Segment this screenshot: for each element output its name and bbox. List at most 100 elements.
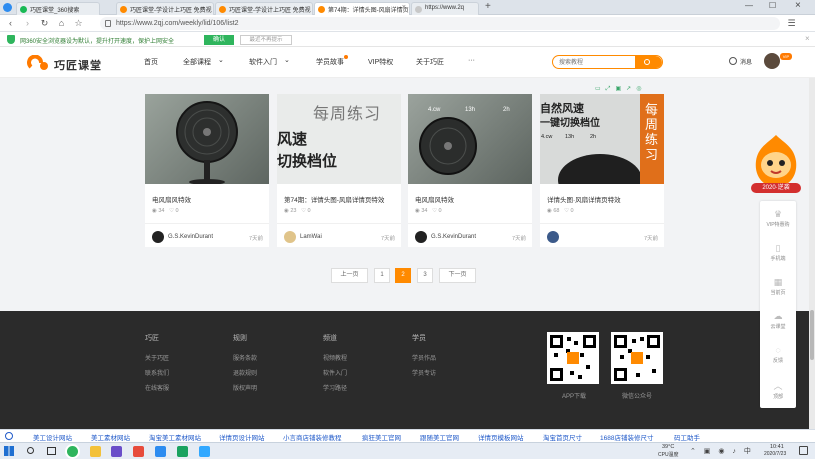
course-thumbnail[interactable]: 4.cw 13h 2h: [408, 94, 532, 184]
link-item[interactable]: 详情页设计网站: [219, 432, 265, 442]
search-input[interactable]: [559, 58, 629, 67]
app-taskbar-icon[interactable]: [199, 446, 210, 457]
prev-page-button[interactable]: 上一页: [331, 268, 368, 283]
print-icon[interactable]: ▭: [595, 86, 606, 92]
site-logo[interactable]: 巧匠课堂: [27, 55, 122, 72]
card-title[interactable]: 电风扇风特效: [152, 194, 191, 204]
footer-link[interactable]: 版权声明: [233, 383, 257, 392]
close-tab-icon[interactable]: ×: [402, 4, 406, 11]
home-icon[interactable]: ⌂: [56, 18, 67, 29]
link-item[interactable]: 疯狂美工官网: [362, 432, 401, 442]
footer-link[interactable]: 视频教程: [323, 353, 347, 362]
forward-icon[interactable]: ›: [22, 18, 33, 29]
footer-link[interactable]: 软件入门: [323, 368, 347, 377]
footer-link[interactable]: 关于巧匠: [145, 353, 169, 362]
sidebar-vip[interactable]: ♛ VIP特惠购: [760, 209, 796, 228]
browser-360-taskbar-icon[interactable]: [67, 446, 78, 457]
message-icon[interactable]: [729, 57, 737, 65]
footer-link[interactable]: 在线客服: [145, 383, 169, 392]
nav-about[interactable]: 关于巧匠: [416, 57, 444, 67]
card-title[interactable]: 第74期：详情头图-风扇详情页特效: [284, 194, 384, 204]
close-notice-icon[interactable]: ×: [805, 34, 810, 43]
course-card[interactable]: 每周练习 风速 切换档位 第74期：详情头图-风扇详情页特效 ◉ 23 ♡ 0 …: [277, 94, 401, 247]
course-thumbnail[interactable]: 每周练习 风速 切换档位: [277, 94, 401, 184]
sidebar-cloud[interactable]: ☁ 云课堂: [760, 311, 796, 330]
app-taskbar-icon[interactable]: [177, 446, 188, 457]
author-avatar[interactable]: [415, 231, 427, 243]
share-icon[interactable]: ↗: [626, 86, 636, 92]
card-title[interactable]: 电风扇风特效: [415, 194, 454, 204]
bookmark-star-icon[interactable]: ☆: [73, 18, 84, 29]
author-avatar[interactable]: [547, 231, 559, 243]
author-avatar[interactable]: [284, 231, 296, 243]
dismiss-button[interactable]: 最近不再提示: [240, 35, 292, 45]
course-thumbnail[interactable]: [145, 94, 269, 184]
start-windows-icon[interactable]: [4, 446, 14, 456]
extensions-icon[interactable]: ☰: [786, 18, 797, 29]
link-item[interactable]: 淘宝美工素材网站: [149, 432, 201, 442]
settings-icon[interactable]: ◎: [636, 86, 646, 92]
course-card[interactable]: 4.cw 13h 2h 电风扇风特效 ◉ 34 ♡ 0 G.S.KevinDur…: [408, 94, 532, 247]
link-item[interactable]: 淘宝首页尺寸: [543, 432, 582, 442]
notification-icon[interactable]: [799, 446, 808, 455]
footer-link[interactable]: 学习路径: [323, 383, 347, 392]
confirm-button[interactable]: 确认: [204, 35, 234, 45]
clock-time[interactable]: 10:41: [770, 444, 784, 450]
sidebar-feedback[interactable]: ◌ 反馈: [760, 345, 796, 364]
author-name[interactable]: G.S.KevinDurant: [168, 234, 213, 240]
new-tab-button[interactable]: +: [485, 1, 491, 12]
task-view-icon[interactable]: [47, 447, 56, 455]
browser-tab-1[interactable]: 巧匠课堂_360搜索: [16, 2, 100, 15]
page-2-current[interactable]: 2: [395, 268, 411, 283]
back-icon[interactable]: ‹: [5, 18, 16, 29]
browser-tab-5[interactable]: https://www.2q: [411, 2, 479, 15]
nav-student-stories[interactable]: 学员故事: [316, 57, 344, 67]
card-title[interactable]: 详情头图·风扇详情页特效: [547, 194, 621, 204]
course-card[interactable]: 电风扇风特效 ◉ 34 ♡ 0 G.S.KevinDurant 7天前: [145, 94, 269, 247]
copy-icon[interactable]: ▣: [615, 86, 626, 92]
app-taskbar-icon[interactable]: [133, 446, 144, 457]
user-avatar[interactable]: [764, 53, 780, 69]
link-item[interactable]: 跟随美工官网: [420, 432, 459, 442]
maximize-icon[interactable]: ☐: [769, 1, 776, 10]
course-card[interactable]: ▭⤢▣↗◎ 自然风速 一键切换档位 4.cw 13h 2h 每周练习 详情头图·…: [540, 86, 664, 247]
nav-software-intro[interactable]: 软件入门: [249, 57, 277, 67]
browser-logo-icon[interactable]: [3, 3, 12, 12]
browser-tab-2[interactable]: 巧匠课堂-学设计上巧匠 免费视: [116, 2, 214, 15]
nav-vip[interactable]: VIP特权: [368, 57, 393, 67]
footer-link[interactable]: 学员专访: [412, 368, 436, 377]
footer-link[interactable]: 服务条款: [233, 353, 257, 362]
sidebar-mobile[interactable]: ▯ 手机端: [760, 243, 796, 262]
minimize-icon[interactable]: —: [745, 1, 753, 10]
link-item[interactable]: 小言商店铺装修教程: [283, 432, 342, 442]
sidebar-current-page[interactable]: ▦ 当前页: [760, 277, 796, 296]
nav-more[interactable]: ···: [468, 57, 475, 64]
next-page-button[interactable]: 下一页: [439, 268, 476, 283]
close-window-icon[interactable]: ×: [795, 0, 801, 11]
search-icon[interactable]: [27, 447, 34, 454]
message-link[interactable]: 消息: [740, 57, 752, 66]
app-taskbar-icon[interactable]: [155, 446, 166, 457]
page-1[interactable]: 1: [374, 268, 390, 283]
link-item[interactable]: 美工素材网站: [91, 432, 130, 442]
footer-link[interactable]: 退款规则: [233, 368, 257, 377]
scrollbar-thumb[interactable]: [810, 310, 814, 360]
promo-mascot[interactable]: 2020·逆袭: [746, 133, 806, 197]
link-item[interactable]: 码工助手: [674, 432, 700, 442]
footer-link[interactable]: 学员作品: [412, 353, 436, 362]
search-icon[interactable]: [5, 432, 13, 440]
search-button[interactable]: [635, 56, 662, 68]
app-taskbar-icon[interactable]: [111, 446, 122, 457]
author-name[interactable]: LamWai: [300, 234, 322, 240]
tray-icons[interactable]: ⌃ ▣ ◉ ♪ 中: [690, 446, 754, 456]
author-name[interactable]: G.S.KevinDurant: [431, 234, 476, 240]
browser-tab-3[interactable]: 巧匠课堂-学设计上巧匠 免费视: [215, 2, 313, 15]
sidebar-back-to-top[interactable]: ︿ 顶部: [760, 381, 796, 400]
nav-all-courses[interactable]: 全部课程: [183, 57, 211, 67]
file-explorer-icon[interactable]: [90, 446, 101, 457]
clock-date[interactable]: 2020/7/23: [764, 451, 786, 457]
link-item[interactable]: 美工设计网站: [33, 432, 72, 442]
course-thumbnail[interactable]: 自然风速 一键切换档位 4.cw 13h 2h 每周练习: [540, 94, 664, 184]
url-input[interactable]: https://www.2qj.com/weekly/lid/106/list2: [100, 17, 780, 30]
footer-link[interactable]: 联系我们: [145, 368, 169, 377]
